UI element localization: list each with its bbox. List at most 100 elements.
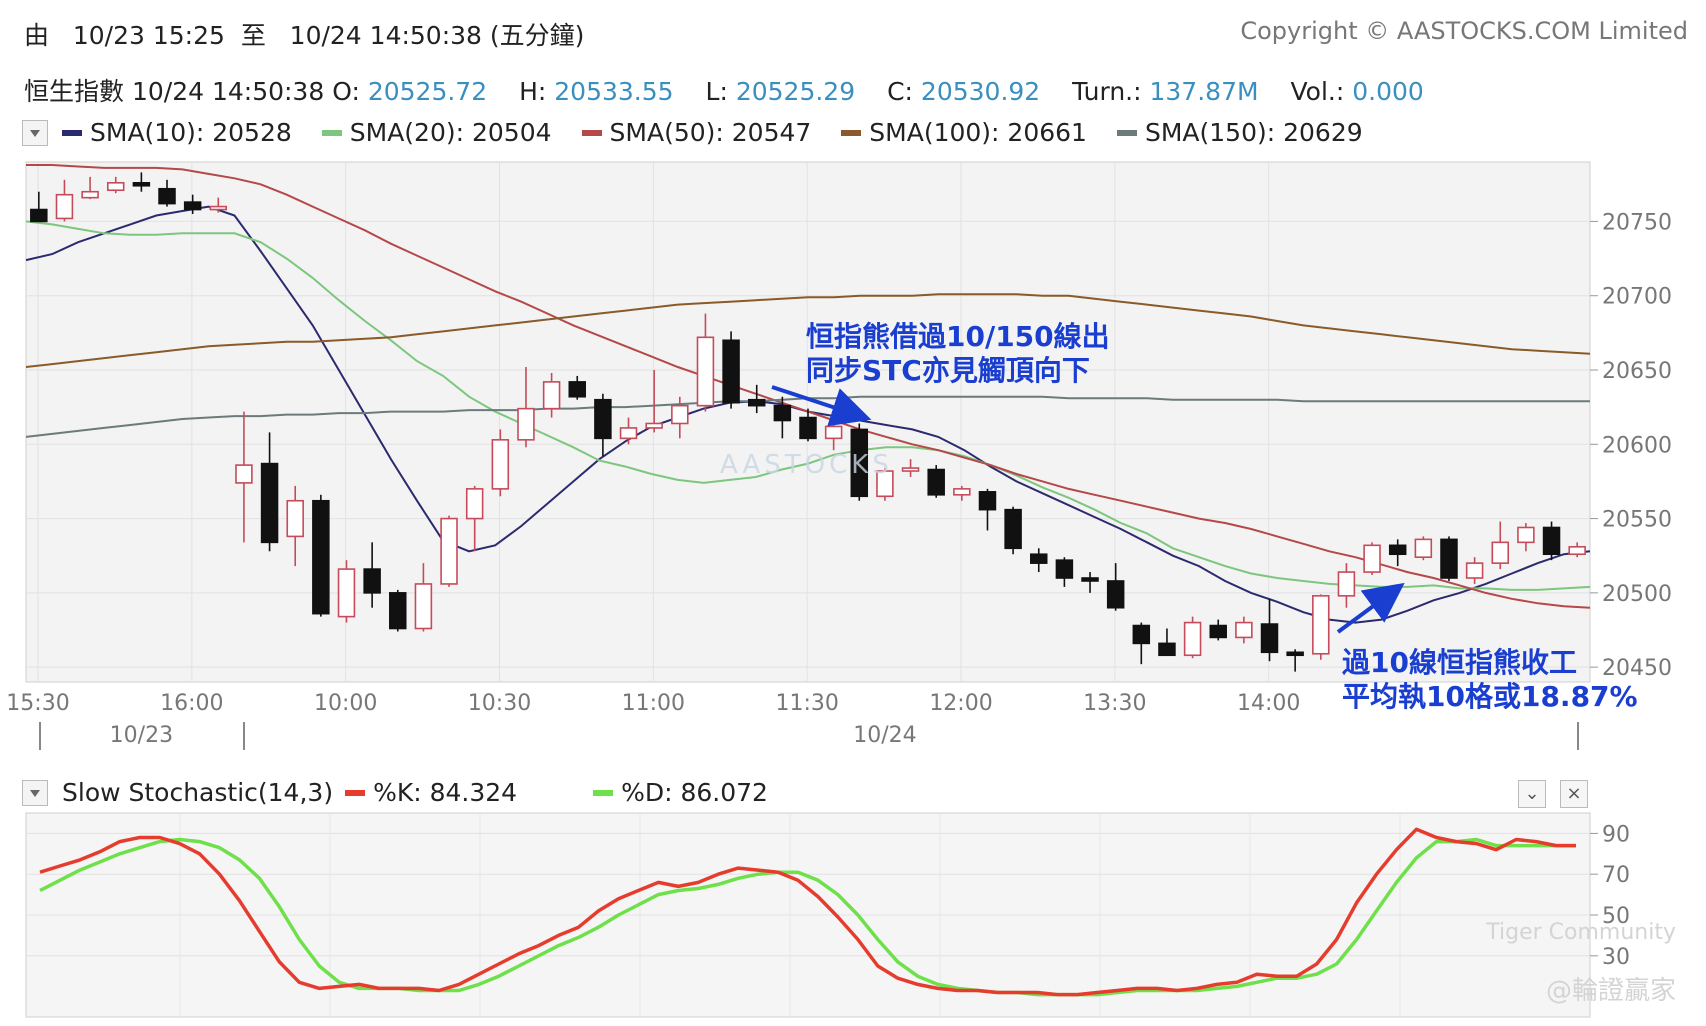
candle-body <box>1209 624 1227 639</box>
candle-body <box>30 208 48 223</box>
index-name: 恒生指數 <box>24 77 125 106</box>
candle-body <box>183 201 202 211</box>
date-label: 10/24 <box>853 723 916 748</box>
candle <box>1363 542 1381 576</box>
close-panel-button[interactable]: × <box>1560 780 1588 808</box>
high-label: H: <box>519 77 547 106</box>
watermark-aastocks: AASTOCKS <box>720 450 893 480</box>
annotation-bottom: 過10線恒指熊收工 平均執10格或18.87% <box>1342 646 1638 714</box>
legend-swatch <box>321 129 342 136</box>
annotation-bottom-line2: 平均執10格或18.87% <box>1342 680 1638 713</box>
range-from: 10/23 15:25 <box>72 21 225 50</box>
quote-time: 10/24 14:50:38 <box>131 77 325 106</box>
candle-body <box>722 339 740 404</box>
candle-body <box>106 181 125 192</box>
range-prefix: 由 <box>24 21 50 50</box>
candle-body <box>55 193 74 220</box>
candle-body <box>260 462 279 544</box>
candle-body <box>1542 526 1561 556</box>
candle-body <box>1235 621 1253 639</box>
d-swatch <box>593 789 614 796</box>
candle-body <box>1106 580 1125 609</box>
candle-body <box>337 568 356 618</box>
y-tick-label: 20700 <box>1602 285 1672 310</box>
y-tick-label: 20600 <box>1602 433 1672 458</box>
candle-body <box>1055 559 1074 579</box>
candle-body <box>645 422 663 429</box>
candle <box>927 465 945 498</box>
turnover-label: Turn.: <box>1072 77 1142 106</box>
main-legend: SMA(10): 20528 SMA(20): 20504 SMA(50): 2… <box>62 118 1393 147</box>
candle-body <box>1337 571 1356 597</box>
candle-body <box>671 404 689 425</box>
open-label: O: <box>332 77 360 106</box>
x-tick-label: 12:00 <box>929 691 992 716</box>
candle-body <box>1312 595 1330 655</box>
copyright: Copyright © AASTOCKS.COM Limited <box>1240 17 1688 45</box>
legend-sma50: SMA(50): 20547 <box>581 118 811 147</box>
candle-body <box>594 398 612 440</box>
candle-body <box>1568 545 1586 556</box>
candle <box>1004 506 1022 555</box>
legend-label: SMA(10): 20528 <box>90 118 292 147</box>
x-tick-label: 10:30 <box>468 691 531 716</box>
watermark-cn: @輪證贏家 <box>1545 976 1676 1006</box>
collapse-panel-button[interactable]: ⌄ <box>1518 780 1546 808</box>
candle <box>312 494 330 617</box>
candle <box>389 589 407 632</box>
range-to-word: 至 <box>240 21 266 50</box>
quote-line: 恒生指數 10/24 14:50:38 O: 20525.72 H: 20533… <box>24 72 1424 108</box>
y-tick-label: 20750 <box>1602 210 1672 235</box>
watermark-tiger: Tiger Community <box>1486 920 1676 945</box>
annotation-bottom-line1: 過10線恒指熊收工 <box>1342 646 1577 679</box>
candle <box>491 429 510 497</box>
legend-label: SMA(100): 20661 <box>869 118 1087 147</box>
candle <box>1414 536 1433 561</box>
low-value: 20525.29 <box>735 77 856 106</box>
candle-body <box>927 468 945 496</box>
candle-body <box>1260 623 1279 654</box>
candle <box>337 560 356 623</box>
candle-body <box>209 205 228 211</box>
candle-body <box>414 583 433 630</box>
main-dropdown-button[interactable] <box>22 120 48 146</box>
candle-body <box>747 398 766 407</box>
candle <box>440 515 458 587</box>
candle-body <box>1004 508 1022 550</box>
legend-swatch <box>1116 129 1137 136</box>
candle-body <box>81 190 99 199</box>
k-swatch <box>345 789 366 796</box>
y-tick-label: 20500 <box>1602 582 1672 607</box>
candle-body <box>132 181 151 187</box>
candle-body <box>440 517 458 585</box>
candle-body <box>1158 642 1176 657</box>
legend-swatch <box>62 129 82 136</box>
candle-body <box>1491 541 1510 564</box>
legend-sma20: SMA(20): 20504 <box>321 118 552 147</box>
x-tick-label: 14:00 <box>1237 691 1300 716</box>
candle-body <box>465 488 484 520</box>
candle-body <box>1132 624 1151 645</box>
candle-body <box>696 336 715 407</box>
legend-swatch <box>581 129 602 136</box>
legend-sma10: SMA(10): 20528 <box>62 118 292 147</box>
candle-body <box>517 407 535 441</box>
candle <box>1183 616 1202 659</box>
candle <box>1542 521 1561 561</box>
candle-body <box>491 439 510 490</box>
turnover-value: 137.87M <box>1149 77 1259 106</box>
candle-body <box>286 499 304 538</box>
candle-body <box>773 404 792 422</box>
stochastic-chart: 30507090 <box>25 812 1630 1018</box>
x-tick-label: 13:30 <box>1083 691 1146 716</box>
stoch-dropdown-button[interactable] <box>22 780 48 806</box>
candle-body <box>1183 621 1202 657</box>
candle-body <box>1081 577 1099 582</box>
y-tick-label: 90 <box>1602 822 1630 847</box>
candle <box>722 331 740 409</box>
candle-body <box>312 499 330 615</box>
volume-value: 0.000 <box>1352 77 1424 106</box>
range-interval: (五分鐘) <box>489 21 585 50</box>
high-value: 20533.55 <box>554 77 674 106</box>
close-label: C: <box>887 77 913 106</box>
